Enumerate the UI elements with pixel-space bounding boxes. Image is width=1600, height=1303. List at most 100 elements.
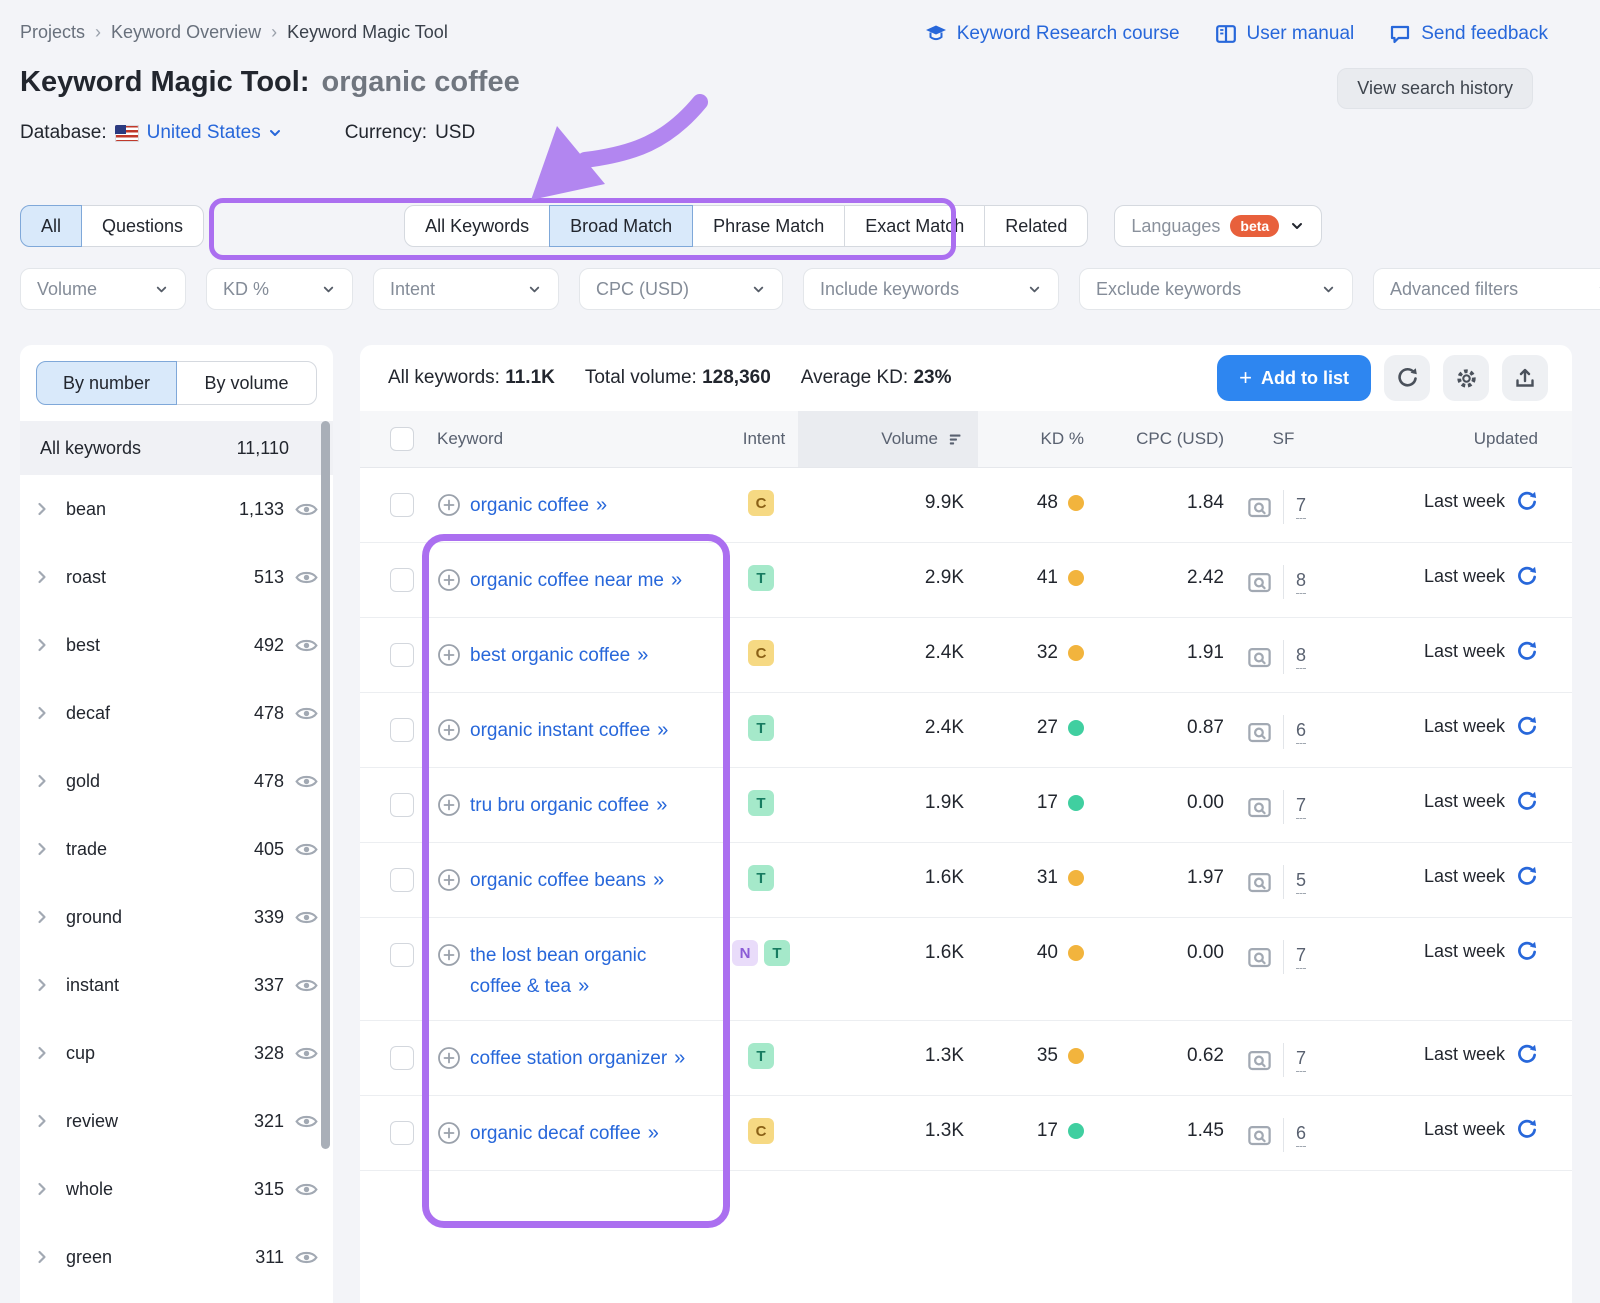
eye-icon[interactable] <box>294 1041 319 1066</box>
expand-keyword-icon[interactable]: » <box>648 1122 659 1144</box>
tab-related[interactable]: Related <box>984 205 1089 247</box>
plus-circle-icon[interactable] <box>437 868 461 892</box>
refresh-metrics-icon[interactable] <box>1515 715 1538 738</box>
keyword-link[interactable]: organic coffee» <box>470 490 607 521</box>
eye-icon[interactable] <box>294 633 319 658</box>
refresh-metrics-icon[interactable] <box>1515 790 1538 813</box>
sidebar-group-item[interactable]: trade 405 <box>20 815 333 883</box>
sidebar-group-item[interactable]: instant 337 <box>20 951 333 1019</box>
serp-preview-icon[interactable] <box>1246 719 1273 746</box>
serp-preview-icon[interactable] <box>1246 869 1273 896</box>
expand-keyword-icon[interactable]: » <box>653 869 664 891</box>
tab-all-keywords[interactable]: All Keywords <box>404 205 551 247</box>
filter-intent[interactable]: Intent <box>373 268 559 310</box>
expand-keyword-icon[interactable]: » <box>637 644 648 666</box>
keyword-link[interactable]: tru bru organic coffee» <box>470 790 667 821</box>
export-button[interactable] <box>1502 355 1548 401</box>
keyword-link[interactable]: organic decaf coffee» <box>470 1118 659 1149</box>
eye-icon[interactable] <box>294 701 319 726</box>
refresh-metrics-icon[interactable] <box>1515 490 1538 513</box>
sidebar-group-item[interactable]: roast 513 <box>20 543 333 611</box>
breadcrumb-keyword-overview[interactable]: Keyword Overview <box>111 22 261 43</box>
serp-features-count[interactable]: 7 <box>1296 945 1307 969</box>
sidebar-scrollbar[interactable] <box>321 421 330 1149</box>
select-all-checkbox[interactable] <box>390 427 414 451</box>
serp-features-count[interactable]: 7 <box>1296 1048 1307 1072</box>
row-checkbox[interactable] <box>390 868 414 892</box>
send-feedback-link[interactable]: Send feedback <box>1388 22 1548 46</box>
eye-icon[interactable] <box>294 1245 319 1270</box>
settings-button[interactable] <box>1443 355 1489 401</box>
tab-questions[interactable]: Questions <box>81 205 205 247</box>
row-checkbox[interactable] <box>390 718 414 742</box>
expand-keyword-icon[interactable]: » <box>657 719 668 741</box>
refresh-button[interactable] <box>1384 355 1430 401</box>
sidebar-all-keywords-row[interactable]: All keywords 11,110 <box>20 421 333 475</box>
sidebar-group-item[interactable]: ground 339 <box>20 883 333 951</box>
serp-preview-icon[interactable] <box>1246 1047 1273 1074</box>
row-checkbox[interactable] <box>390 643 414 667</box>
row-checkbox[interactable] <box>390 1121 414 1145</box>
eye-icon[interactable] <box>294 1177 319 1202</box>
keyword-link[interactable]: the lost bean organic coffee & tea» <box>470 940 688 1002</box>
keyword-link[interactable]: coffee station organizer» <box>470 1043 685 1074</box>
column-header-sf[interactable]: SF <box>1232 429 1335 449</box>
sidebar-group-item[interactable]: whole 315 <box>20 1155 333 1223</box>
serp-features-count[interactable]: 7 <box>1296 495 1307 519</box>
sidebar-group-item[interactable]: cup 328 <box>20 1019 333 1087</box>
serp-preview-icon[interactable] <box>1246 644 1273 671</box>
plus-circle-icon[interactable] <box>437 1121 461 1145</box>
serp-preview-icon[interactable] <box>1246 944 1273 971</box>
sidebar-group-item[interactable]: best 492 <box>20 611 333 679</box>
serp-preview-icon[interactable] <box>1246 1122 1273 1149</box>
column-header-intent[interactable]: Intent <box>730 429 798 449</box>
add-to-list-button[interactable]: + Add to list <box>1217 355 1371 401</box>
filter-exclude-keywords[interactable]: Exclude keywords <box>1079 268 1353 310</box>
row-checkbox[interactable] <box>390 568 414 592</box>
refresh-metrics-icon[interactable] <box>1515 865 1538 888</box>
plus-circle-icon[interactable] <box>437 943 461 967</box>
expand-keyword-icon[interactable]: » <box>656 794 667 816</box>
tab-all[interactable]: All <box>20 205 83 247</box>
expand-keyword-icon[interactable]: » <box>674 1047 685 1069</box>
column-header-keyword[interactable]: Keyword <box>424 429 730 449</box>
expand-keyword-icon[interactable]: » <box>596 494 607 516</box>
serp-preview-icon[interactable] <box>1246 569 1273 596</box>
breadcrumb-projects[interactable]: Projects <box>20 22 85 43</box>
refresh-metrics-icon[interactable] <box>1515 565 1538 588</box>
keyword-link[interactable]: organic instant coffee» <box>470 715 668 746</box>
refresh-metrics-icon[interactable] <box>1515 1118 1538 1141</box>
serp-features-count[interactable]: 8 <box>1296 645 1307 669</box>
eye-icon[interactable] <box>294 905 319 930</box>
tab-phrase-match[interactable]: Phrase Match <box>692 205 846 247</box>
eye-icon[interactable] <box>294 1109 319 1134</box>
sidebar-group-item[interactable]: decaf 478 <box>20 679 333 747</box>
serp-preview-icon[interactable] <box>1246 794 1273 821</box>
filter-advanced[interactable]: Advanced filters <box>1373 268 1600 310</box>
eye-icon[interactable] <box>294 497 319 522</box>
serp-preview-icon[interactable] <box>1246 494 1273 521</box>
column-header-kd[interactable]: KD % <box>978 429 1098 449</box>
eye-icon[interactable] <box>294 769 319 794</box>
filter-cpc[interactable]: CPC (USD) <box>579 268 783 310</box>
sidebar-group-item[interactable]: gold 478 <box>20 747 333 815</box>
tab-broad-match[interactable]: Broad Match <box>549 205 694 247</box>
toggle-by-volume[interactable]: By volume <box>176 361 317 405</box>
database-select[interactable]: United States <box>147 122 283 144</box>
sidebar-group-item[interactable]: bean 1,133 <box>20 475 333 543</box>
plus-circle-icon[interactable] <box>437 643 461 667</box>
keyword-link[interactable]: organic coffee beans» <box>470 865 664 896</box>
plus-circle-icon[interactable] <box>437 718 461 742</box>
plus-circle-icon[interactable] <box>437 493 461 517</box>
refresh-metrics-icon[interactable] <box>1515 940 1538 963</box>
sidebar-group-item[interactable]: green 311 <box>20 1223 333 1291</box>
column-header-cpc[interactable]: CPC (USD) <box>1098 429 1232 449</box>
keyword-link[interactable]: organic coffee near me» <box>470 565 682 596</box>
row-checkbox[interactable] <box>390 493 414 517</box>
plus-circle-icon[interactable] <box>437 568 461 592</box>
serp-features-count[interactable]: 6 <box>1296 1123 1307 1147</box>
serp-features-count[interactable]: 5 <box>1296 870 1307 894</box>
filter-kd[interactable]: KD % <box>206 268 353 310</box>
serp-features-count[interactable]: 7 <box>1296 795 1307 819</box>
serp-features-count[interactable]: 8 <box>1296 570 1307 594</box>
